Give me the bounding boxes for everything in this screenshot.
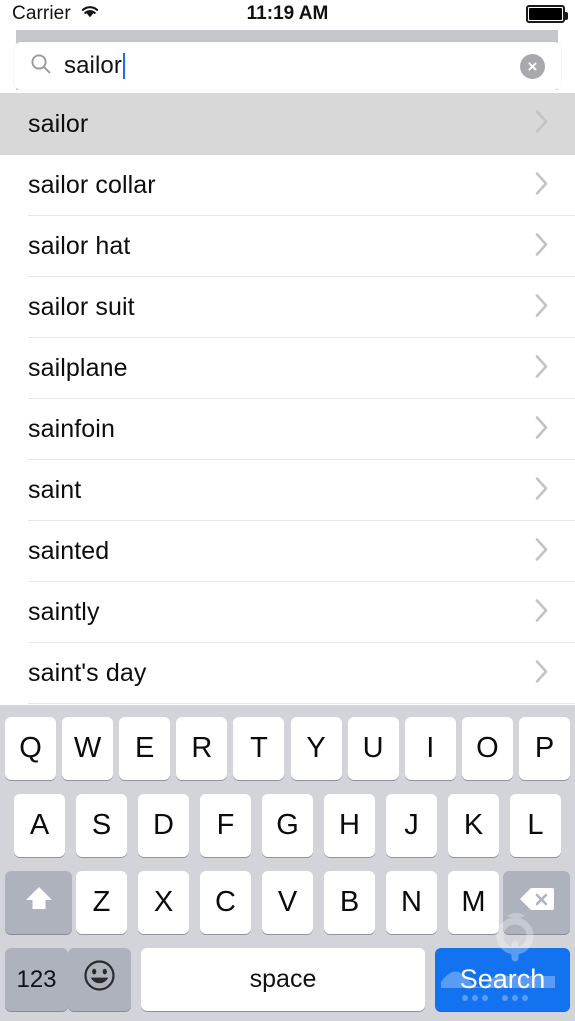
status-bar: Carrier 11:19 AM (0, 0, 575, 28)
chevron-right-icon (534, 170, 549, 201)
key-a[interactable]: A (14, 794, 65, 857)
key-r[interactable]: R (176, 717, 228, 780)
text-cursor (122, 53, 125, 79)
key-q[interactable]: Q (5, 717, 56, 780)
key-u[interactable]: U (347, 717, 399, 780)
status-bar-time: 11:19 AM (246, 3, 329, 24)
result-row-label: saint (28, 476, 82, 504)
chevron-right-icon (534, 658, 549, 689)
result-row[interactable]: sailplane (0, 338, 575, 399)
space-key[interactable]: space (141, 948, 425, 1011)
key-m[interactable]: M (448, 871, 499, 934)
result-row-label: sailplane (28, 354, 128, 382)
backspace-key[interactable] (503, 871, 570, 934)
keyboard-row-3: ZXCVBNM (0, 868, 575, 937)
chevron-right-icon (534, 475, 549, 506)
search-results-list[interactable]: sailor sailor collar sailor hat sailor suit… (0, 93, 575, 705)
key-n[interactable]: N (386, 871, 437, 934)
result-row[interactable]: sailor collar (0, 155, 575, 216)
key-s[interactable]: S (76, 794, 127, 857)
numbers-key[interactable]: 123 (5, 948, 68, 1011)
search-text-area[interactable]: sailor (64, 42, 520, 90)
key-p[interactable]: P (518, 717, 570, 780)
chevron-right-icon (534, 597, 549, 628)
key-c[interactable]: C (200, 871, 251, 934)
key-d[interactable]: D (138, 794, 189, 857)
chevron-right-icon (534, 109, 549, 140)
result-row-label: sailor hat (28, 232, 131, 260)
key-e[interactable]: E (119, 717, 171, 780)
emoji-smiley-icon (83, 959, 116, 1000)
result-row[interactable]: sailor hat (0, 216, 575, 277)
shift-icon (22, 883, 56, 923)
result-row[interactable]: saintly (0, 582, 575, 643)
keyboard-row-3-letters: ZXCVBNM (76, 871, 499, 934)
chevron-right-icon (534, 414, 549, 445)
result-row[interactable]: sailor (0, 93, 575, 155)
chevron-right-icon (534, 353, 549, 384)
result-row[interactable]: sainted (0, 521, 575, 582)
keyboard-row-1: QWERTYUIOP (0, 714, 575, 783)
key-j[interactable]: J (386, 794, 437, 857)
result-row-label: sainfoin (28, 415, 115, 443)
battery-full-icon (526, 5, 568, 23)
key-v[interactable]: V (262, 871, 313, 934)
backspace-icon (519, 886, 555, 920)
key-t[interactable]: T (233, 717, 285, 780)
result-row-label: sailor collar (28, 171, 156, 199)
key-x[interactable]: X (138, 871, 189, 934)
key-w[interactable]: W (62, 717, 114, 780)
chevron-right-icon (534, 536, 549, 567)
result-row-label: sailor (28, 109, 89, 138)
search-input[interactable]: sailor (14, 42, 561, 90)
key-h[interactable]: H (324, 794, 375, 857)
shift-key[interactable] (5, 871, 72, 934)
result-row[interactable]: saint's day (0, 643, 575, 704)
search-input-value: sailor (64, 52, 122, 79)
result-row-label: sailor suit (28, 293, 135, 321)
result-row[interactable]: sailor suit (0, 277, 575, 338)
key-g[interactable]: G (262, 794, 313, 857)
result-row[interactable]: saint (0, 460, 575, 521)
key-z[interactable]: Z (76, 871, 127, 934)
search-icon (29, 52, 53, 81)
keyboard-row-2: ASDFGHJKL (0, 791, 575, 860)
keyboard-row-4: 123 space Search (0, 945, 575, 1014)
result-row-label: saint's day (28, 659, 147, 687)
key-y[interactable]: Y (290, 717, 342, 780)
iphone-screen: Carrier 11:19 AM sailor sailor sailor co… (0, 0, 575, 1021)
key-i[interactable]: I (404, 717, 456, 780)
search-key[interactable]: Search (435, 948, 570, 1011)
search-bar: sailor (0, 28, 575, 93)
key-k[interactable]: K (448, 794, 499, 857)
on-screen-keyboard: QWERTYUIOP ASDFGHJKL ZXCVBNM 123 space S… (0, 705, 575, 1021)
chevron-right-icon (534, 292, 549, 323)
row-separator (28, 703, 575, 704)
chevron-right-icon (534, 231, 549, 262)
emoji-key[interactable] (68, 948, 131, 1011)
key-l[interactable]: L (510, 794, 561, 857)
key-f[interactable]: F (200, 794, 251, 857)
status-bar-right (526, 5, 568, 23)
result-row-label: saintly (28, 598, 100, 626)
clear-text-icon[interactable] (520, 53, 545, 79)
result-row[interactable]: sainfoin (0, 399, 575, 460)
key-b[interactable]: B (324, 871, 375, 934)
result-row-label: sainted (28, 537, 110, 565)
key-o[interactable]: O (461, 717, 513, 780)
